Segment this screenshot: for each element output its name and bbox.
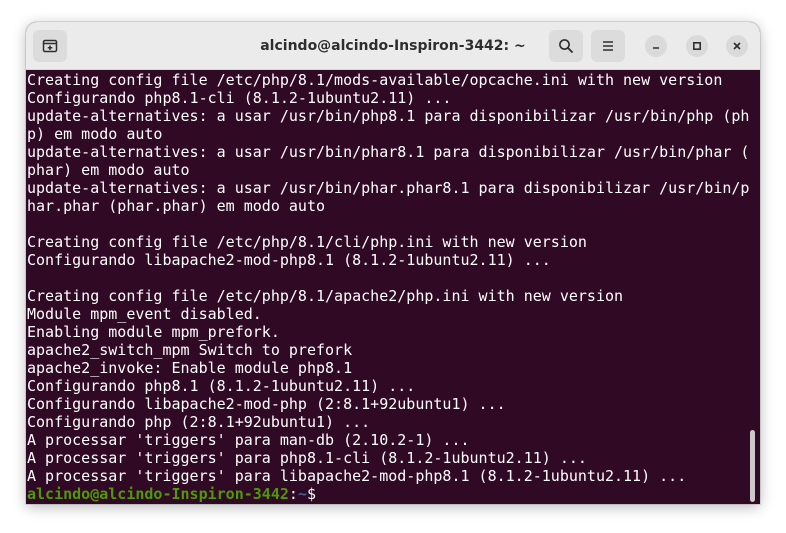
- titlebar: alcindo@alcindo-Inspiron-3442: ~: [26, 22, 760, 70]
- close-button[interactable]: [726, 35, 748, 57]
- prompt-symbol: $: [306, 485, 316, 503]
- new-tab-button[interactable]: [33, 30, 67, 62]
- terminal-line: phar) em modo auto: [27, 161, 190, 179]
- terminal-line: Configurando php (2:8.1+92ubuntu1) ...: [27, 413, 371, 431]
- terminal-window: alcindo@alcindo-Inspiron-3442: ~ Creatin…: [26, 22, 760, 504]
- new-tab-icon: [42, 39, 58, 53]
- terminal-output: Creating config file /etc/php/8.1/mods-a…: [27, 71, 749, 503]
- close-icon: [733, 42, 741, 50]
- search-icon: [559, 39, 573, 53]
- terminal-line: Enabling module mpm_prefork.: [27, 323, 280, 341]
- minimize-button[interactable]: [645, 35, 667, 57]
- terminal-line: apache2_switch_mpm Switch to prefork: [27, 341, 353, 359]
- terminal-line: Module mpm_event disabled.: [27, 305, 262, 323]
- terminal-line: update-alternatives: a usar /usr/bin/php…: [27, 107, 750, 125]
- terminal-line: har.phar (phar.phar) em modo auto: [27, 197, 326, 215]
- minimize-icon: [653, 47, 659, 49]
- prompt-line[interactable]: alcindo@alcindo-Inspiron-3442:~$: [27, 485, 749, 503]
- terminal-line: p) em modo auto: [27, 125, 163, 143]
- hamburger-menu-icon: [603, 41, 613, 51]
- terminal-line: Creating config file /etc/php/8.1/mods-a…: [27, 71, 723, 89]
- terminal-line: Configurando php8.1 (8.1.2-1ubuntu2.11) …: [27, 377, 416, 395]
- prompt-separator: :: [288, 485, 298, 503]
- terminal-line: update-alternatives: a usar /usr/bin/pha…: [27, 143, 750, 161]
- scrollbar-thumb[interactable]: [750, 430, 755, 502]
- prompt-path: ~: [297, 485, 307, 503]
- terminal-line: apache2_invoke: Enable module php8.1: [27, 359, 353, 377]
- maximize-icon: [692, 41, 702, 51]
- terminal-line: A processar 'triggers' para man-db (2.10…: [27, 431, 470, 449]
- terminal-line: Creating config file /etc/php/8.1/cli/ph…: [27, 233, 587, 251]
- terminal-line: Creating config file /etc/php/8.1/apache…: [27, 287, 624, 305]
- maximize-button[interactable]: [686, 35, 708, 57]
- terminal-line: update-alternatives: a usar /usr/bin/pha…: [27, 179, 750, 197]
- terminal-line: A processar 'triggers' para php8.1-cli (…: [27, 449, 587, 467]
- terminal-line: Configurando libapache2-mod-php8.1 (8.1.…: [27, 251, 551, 269]
- menu-button[interactable]: [591, 30, 625, 62]
- terminal-line: Configurando libapache2-mod-php (2:8.1+9…: [27, 395, 506, 413]
- terminal-area[interactable]: Creating config file /etc/php/8.1/mods-a…: [26, 71, 760, 504]
- terminal-line: Configurando php8.1-cli (8.1.2-1ubuntu2.…: [27, 89, 452, 107]
- terminal-line: A processar 'triggers' para libapache2-m…: [27, 467, 687, 485]
- search-button[interactable]: [549, 30, 583, 62]
- prompt-user-host: alcindo@alcindo-Inspiron-3442: [27, 485, 289, 503]
